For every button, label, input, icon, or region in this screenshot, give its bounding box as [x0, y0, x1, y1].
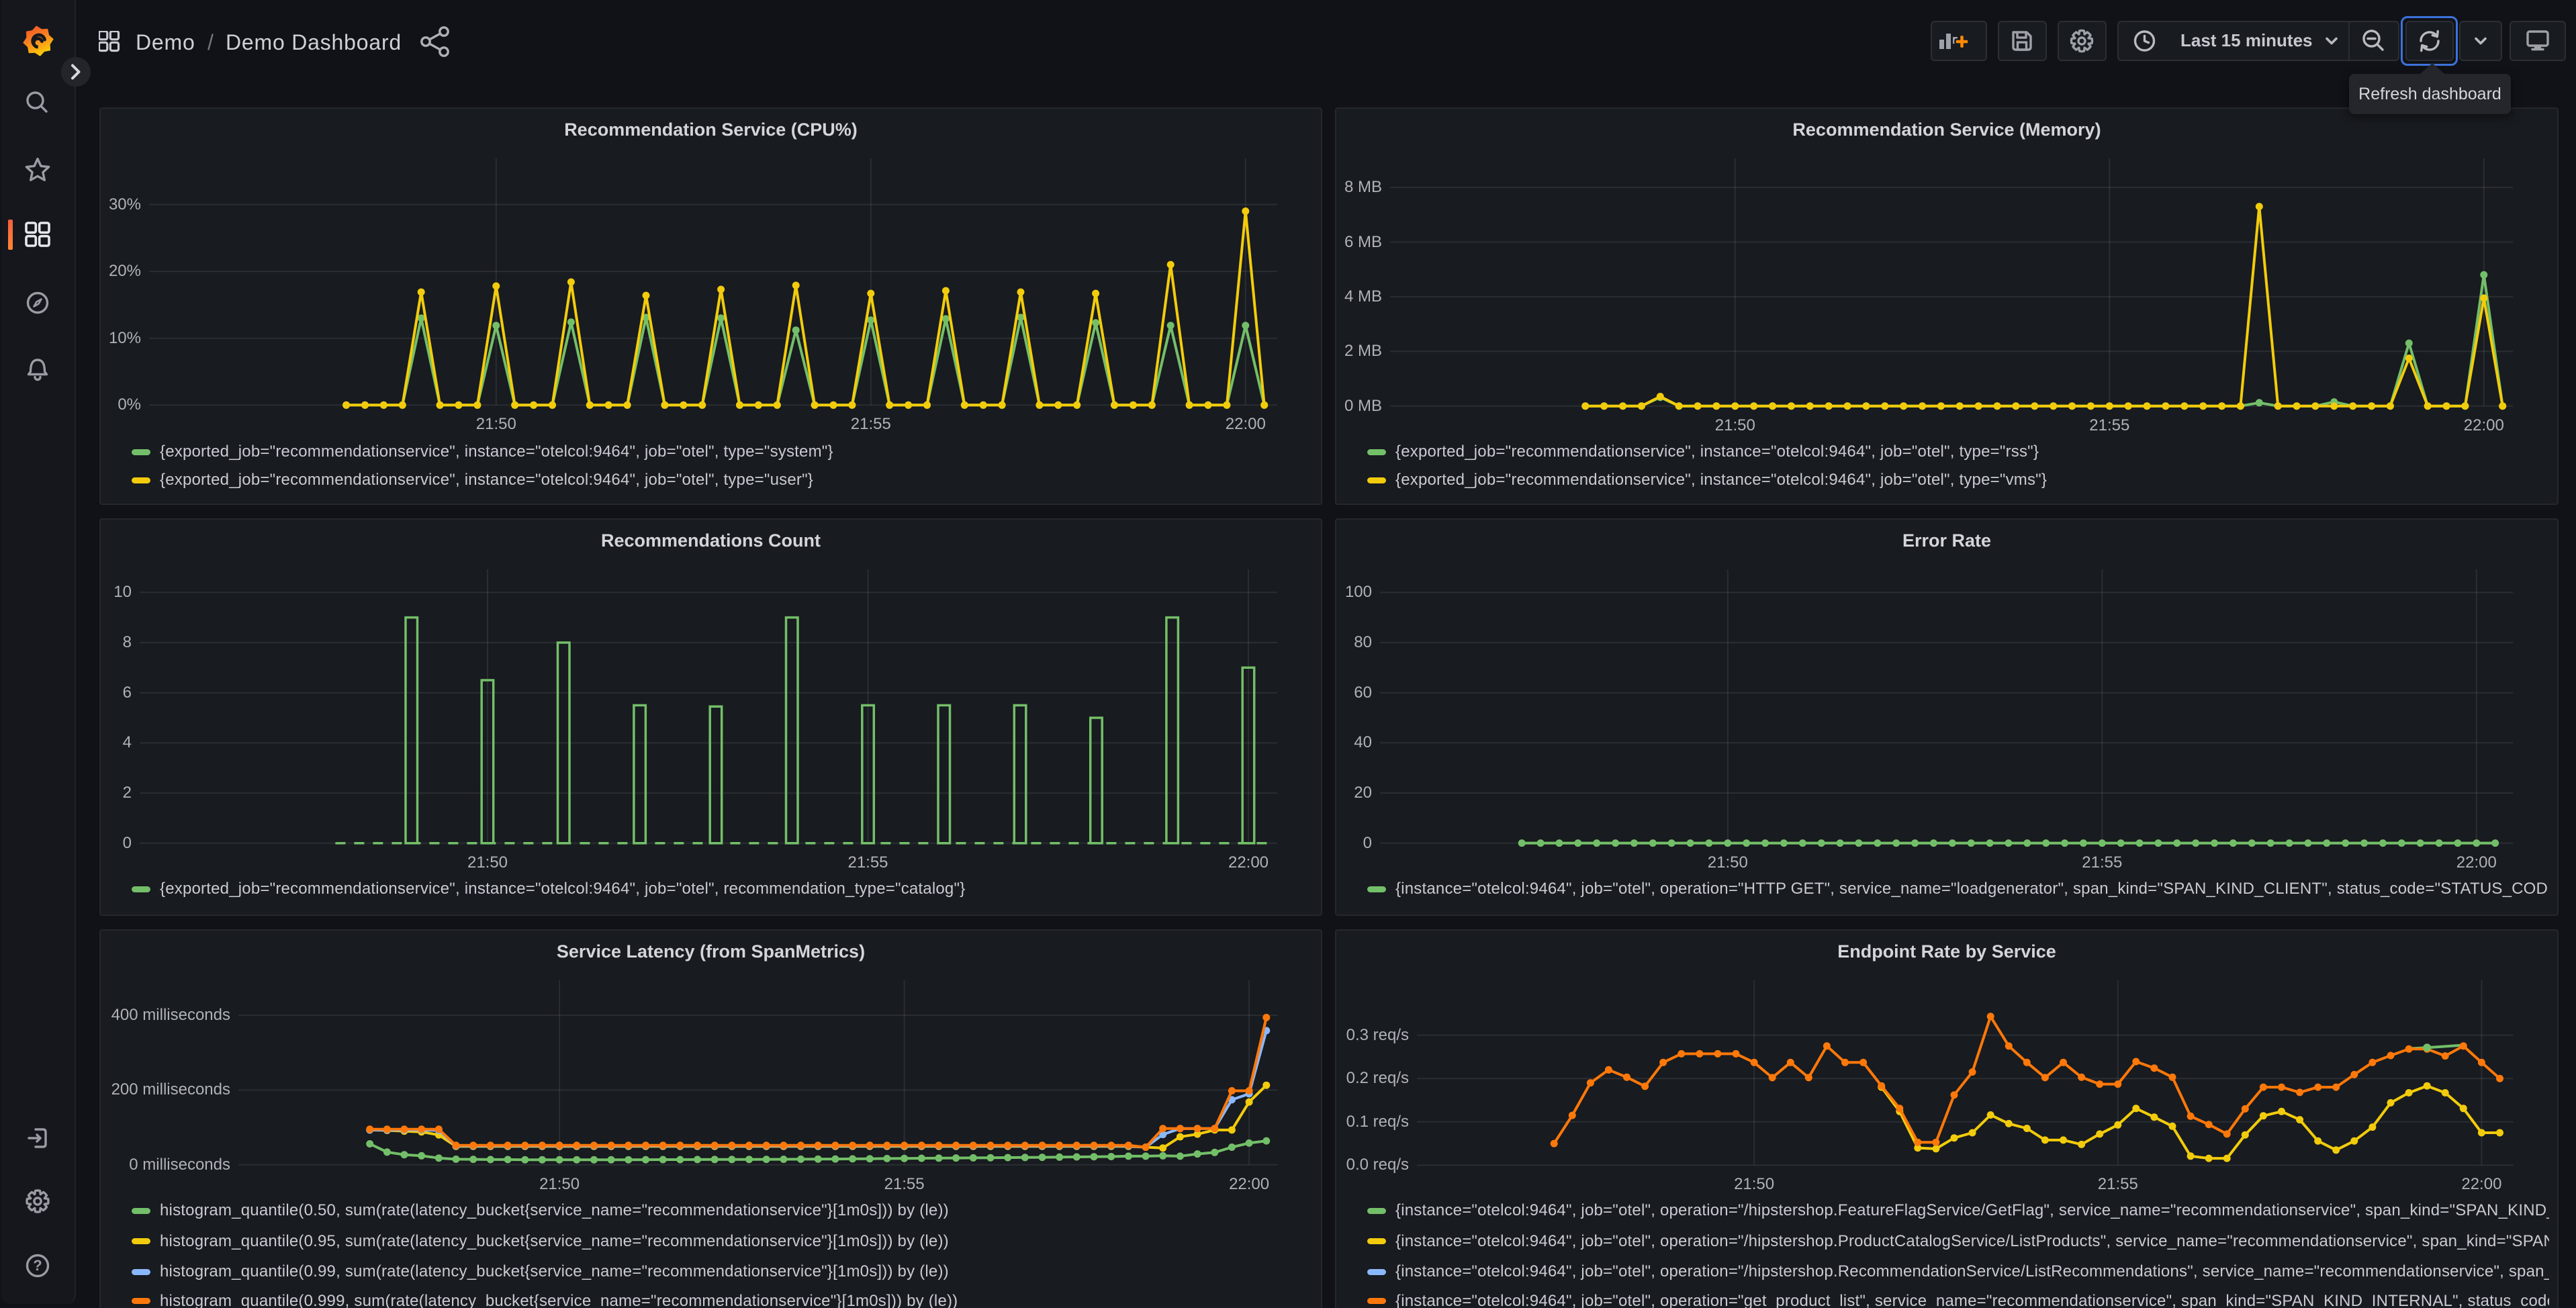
svg-text:?: ?: [33, 1257, 42, 1274]
